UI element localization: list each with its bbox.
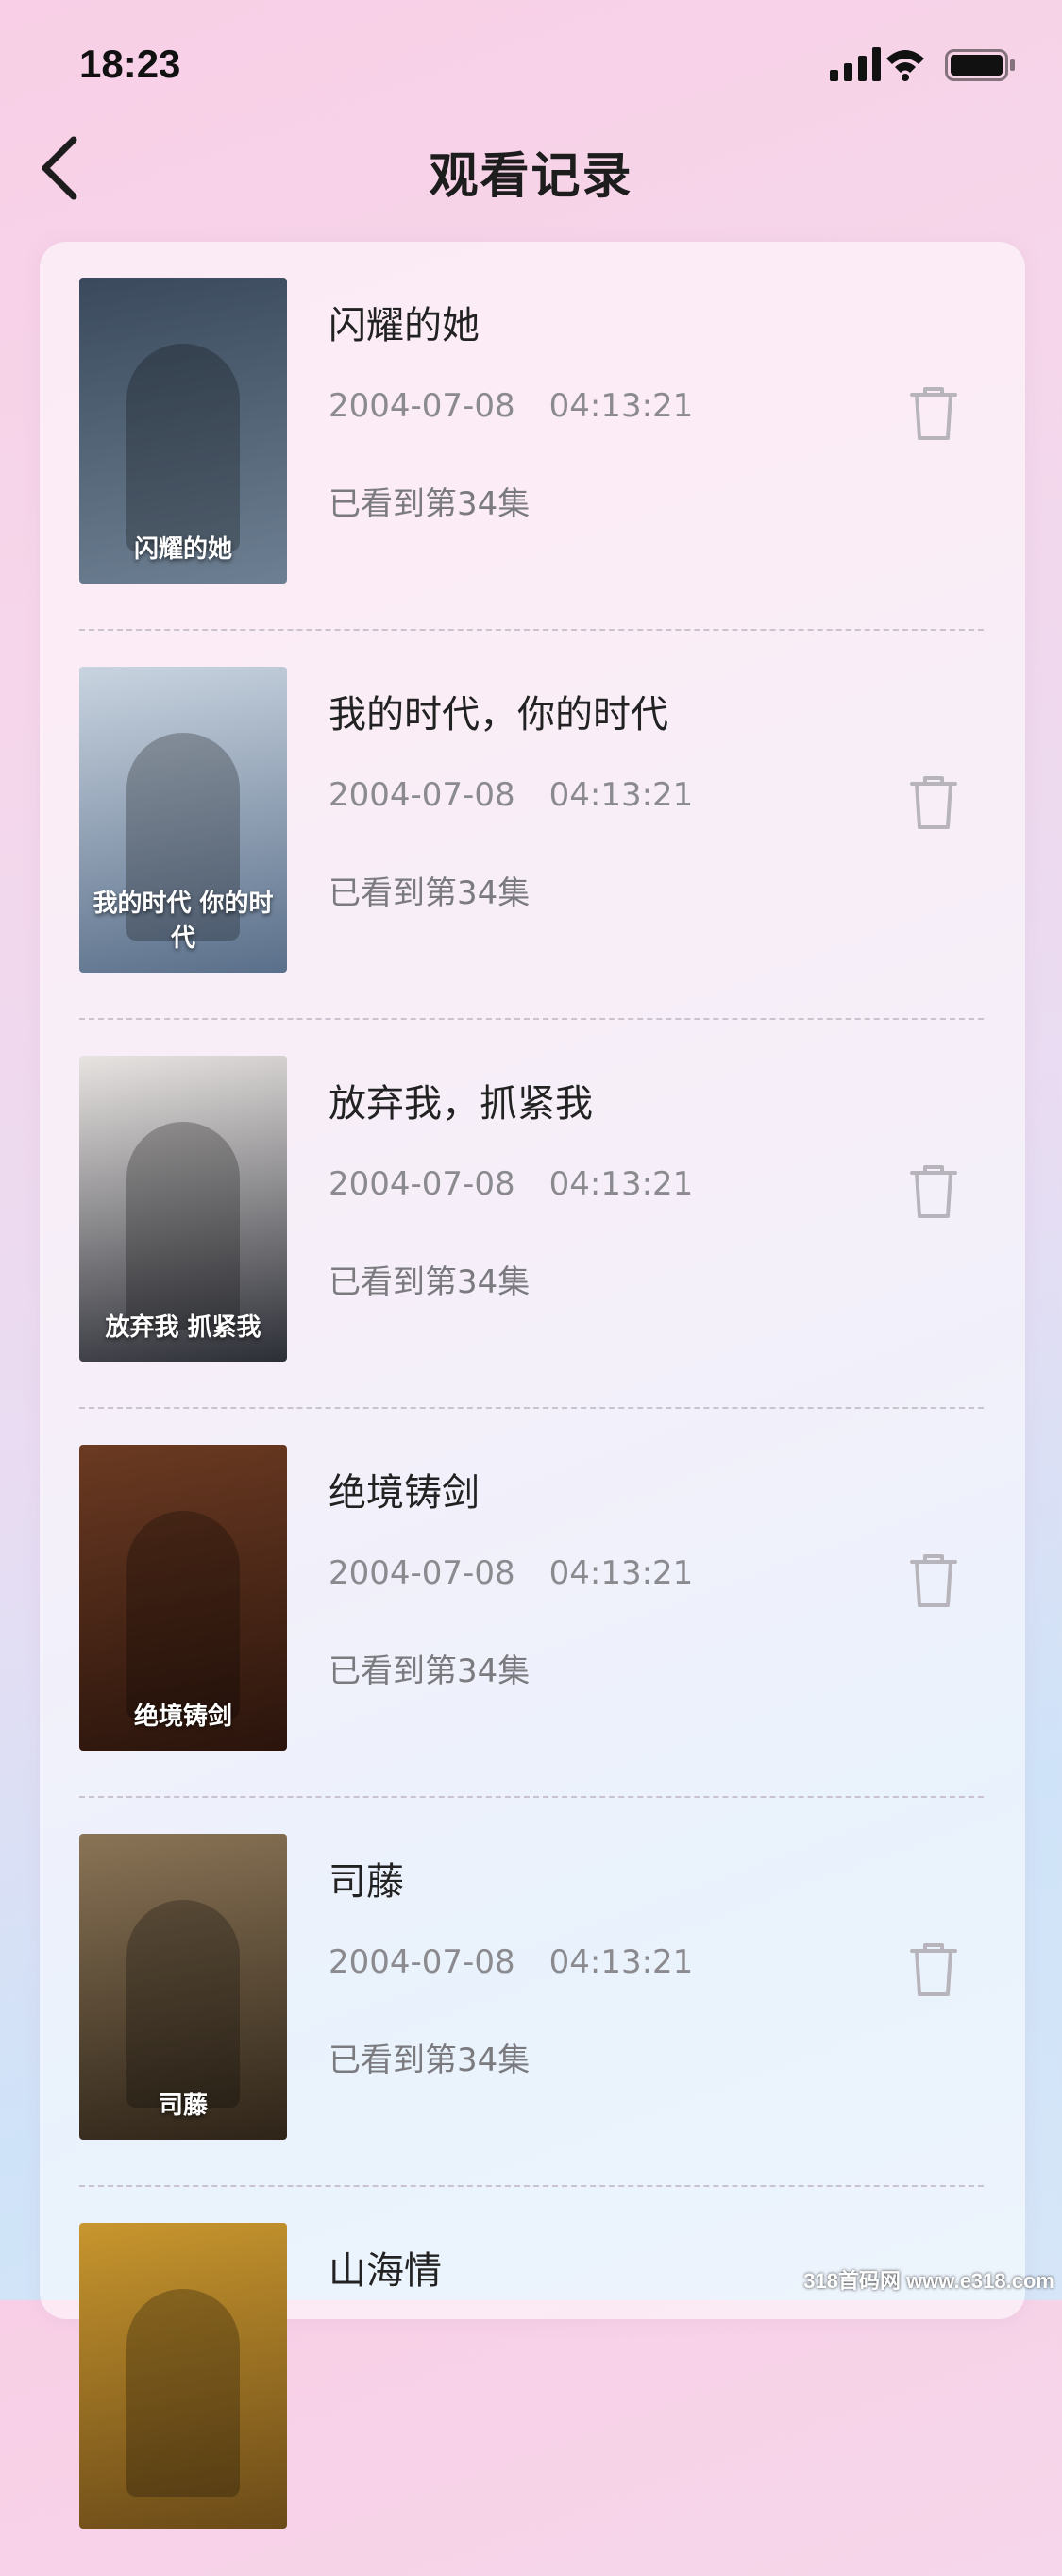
watch-date: 2004-07-08 bbox=[329, 1943, 515, 1981]
episode-progress: 已看到第34集 bbox=[329, 874, 531, 912]
watch-time: 04:13:21 bbox=[548, 387, 694, 425]
history-item[interactable]: 山海情 bbox=[40, 2187, 984, 2576]
item-watch-time: 2004-07-08 04:13:21 bbox=[329, 776, 693, 814]
trash-icon bbox=[910, 387, 957, 440]
signal-icon bbox=[830, 47, 883, 85]
poster-figure bbox=[126, 1900, 240, 2108]
poster-image[interactable]: 放弃我 抓紧我 bbox=[79, 1056, 287, 1362]
delete-button[interactable] bbox=[908, 383, 965, 449]
item-title[interactable]: 放弃我，抓紧我 bbox=[329, 1073, 593, 1127]
poster-image[interactable]: 闪耀的她 bbox=[79, 278, 287, 584]
item-watch-time: 2004-07-08 04:13:21 bbox=[329, 387, 693, 425]
item-watch-time: 2004-07-08 04:13:21 bbox=[329, 1554, 693, 1592]
wifi-icon bbox=[885, 47, 926, 85]
item-watch-time: 2004-07-08 04:13:21 bbox=[329, 1165, 693, 1203]
page-title: 观看记录 bbox=[429, 148, 633, 205]
battery-icon bbox=[945, 49, 1017, 85]
watch-time: 04:13:21 bbox=[548, 1554, 694, 1592]
watch-time: 04:13:21 bbox=[548, 1165, 694, 1203]
poster-figure bbox=[126, 344, 240, 551]
watch-date: 2004-07-08 bbox=[329, 1165, 515, 1203]
poster-image[interactable]: 我的时代 你的时代 bbox=[79, 667, 287, 973]
history-item[interactable]: 司藤 司藤 2004-07-08 04:13:21 已看到第34集 bbox=[40, 1798, 984, 2187]
trash-icon bbox=[910, 1165, 957, 1218]
poster-image[interactable]: 司藤 bbox=[79, 1834, 287, 2140]
watermark: 318首码网 www.e318.com bbox=[803, 2269, 1054, 2293]
history-item[interactable]: 绝境铸剑 绝境铸剑 2004-07-08 04:13:21 已看到第34集 bbox=[40, 1409, 984, 1798]
trash-icon bbox=[910, 776, 957, 829]
item-watch-time bbox=[329, 2332, 362, 2370]
item-title[interactable]: 绝境铸剑 bbox=[329, 1462, 480, 1517]
episode-progress: 已看到第34集 bbox=[329, 485, 531, 523]
episode-progress: 已看到第34集 bbox=[329, 1652, 531, 1690]
poster-figure bbox=[126, 1122, 240, 1330]
history-item[interactable]: 我的时代 你的时代 我的时代，你的时代 2004-07-08 04:13:21 已看到第… bbox=[40, 631, 984, 1020]
nav-bar: 观看记录 bbox=[0, 113, 1062, 217]
poster-figure bbox=[126, 2289, 240, 2497]
item-title[interactable]: 闪耀的她 bbox=[329, 295, 480, 349]
poster-title: 我的时代 你的时代 bbox=[93, 890, 274, 953]
poster-figure bbox=[126, 1511, 240, 1719]
item-title[interactable]: 我的时代，你的时代 bbox=[329, 684, 668, 738]
watch-time: 04:13:21 bbox=[548, 776, 694, 814]
item-title[interactable]: 司藤 bbox=[329, 1851, 404, 1906]
delete-button[interactable] bbox=[908, 772, 965, 839]
item-watch-time: 2004-07-08 04:13:21 bbox=[329, 1943, 693, 1981]
trash-icon bbox=[910, 1943, 957, 1996]
watch-date: 2004-07-08 bbox=[329, 1554, 515, 1592]
trash-icon bbox=[910, 1554, 957, 1607]
poster-image[interactable]: 绝境铸剑 bbox=[79, 1445, 287, 1751]
episode-progress: 已看到第34集 bbox=[329, 1263, 531, 1301]
watch-time: 04:13:21 bbox=[548, 1943, 694, 1981]
watch-date: 2004-07-08 bbox=[329, 387, 515, 425]
delete-button[interactable] bbox=[908, 1940, 965, 2006]
history-item[interactable]: 放弃我 抓紧我 放弃我，抓紧我 2004-07-08 04:13:21 已看到第34集 bbox=[40, 1020, 984, 1409]
poster-title: 绝境铸剑 bbox=[133, 1703, 232, 1731]
poster-image[interactable] bbox=[79, 2223, 287, 2529]
delete-button[interactable] bbox=[908, 1551, 965, 1617]
delete-button[interactable] bbox=[908, 1161, 965, 1228]
history-item[interactable]: 闪耀的她 闪耀的她 2004-07-08 04:13:21 已看到第34集 bbox=[40, 242, 984, 631]
episode-progress: 已看到第34集 bbox=[329, 2042, 531, 2079]
poster-title: 司藤 bbox=[158, 2092, 208, 2120]
item-title[interactable]: 山海情 bbox=[329, 2240, 442, 2295]
poster-title: 闪耀的她 bbox=[133, 535, 232, 564]
watch-date: 2004-07-08 bbox=[329, 776, 515, 814]
status-bar: 18:23 bbox=[0, 0, 1062, 132]
status-time: 18:23 bbox=[79, 42, 181, 86]
poster-title: 放弃我 抓紧我 bbox=[105, 1313, 261, 1342]
